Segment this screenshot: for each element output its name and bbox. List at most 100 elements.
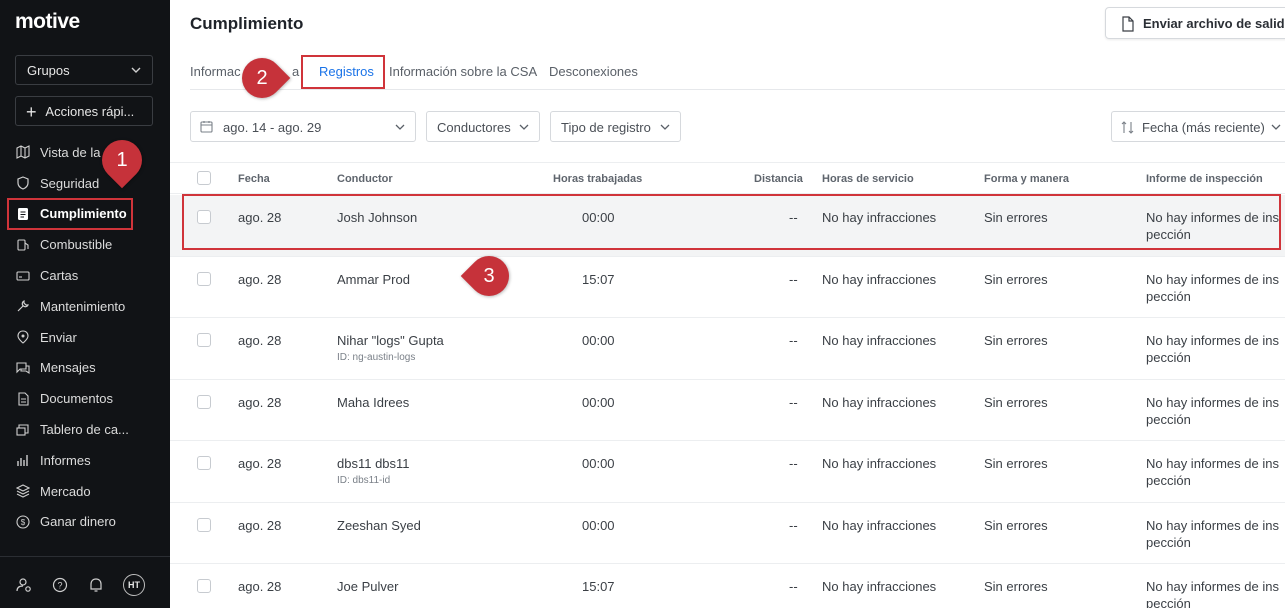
log-type-filter[interactable]: Tipo de registro (550, 111, 681, 142)
row-inspection: No hay informes de ins pección (1146, 394, 1279, 427)
table-row[interactable]: ago. 28 Joe Pulver 15:07 -- No hay infra… (170, 564, 1285, 608)
select-all-checkbox[interactable] (197, 171, 211, 185)
quick-actions-button[interactable]: + Acciones rápi... (15, 96, 153, 126)
row-date: ago. 28 (238, 517, 282, 533)
sidebar-item-label: Ganar dinero (40, 514, 116, 530)
row-checkbox[interactable] (197, 394, 211, 409)
sidebar-divider (0, 556, 170, 557)
row-distance: -- (789, 517, 798, 533)
row-date: ago. 28 (238, 456, 282, 471)
row-driver[interactable]: Joe Pulver (337, 579, 398, 594)
sidebar-item-marketplace[interactable]: Mercado (8, 476, 162, 507)
sidebar-item-label: Cartas (40, 268, 79, 284)
row-inspection: No hay informes de ins pección (1146, 456, 1279, 488)
groups-select[interactable]: Grupos (15, 55, 153, 85)
row-hours: 00:00 (582, 517, 615, 533)
row-hours: 15:07 (582, 579, 615, 594)
sidebar-item-fuel[interactable]: Combustible (8, 229, 162, 260)
svg-text:$: $ (21, 518, 26, 527)
row-driver-id: ID: dbs11-id (337, 475, 391, 486)
sidebar-item-label: Mercado (40, 483, 91, 499)
column-distance[interactable]: Distancia (754, 173, 803, 185)
date-range-filter[interactable]: ago. 14 - ago. 29 (190, 111, 416, 142)
sort-label: Fecha (más reciente) (1142, 120, 1265, 135)
sidebar-item-label: Combustible (40, 237, 113, 253)
sort-icon (1121, 121, 1134, 134)
sidebar-item-messages[interactable]: Mensajes (8, 353, 162, 384)
svg-text:?: ? (57, 581, 62, 591)
step-marker-1: 1 (93, 131, 151, 189)
column-hours-of-service[interactable]: Horas de servicio (822, 173, 914, 185)
sidebar-item-documents[interactable]: Documentos (8, 383, 162, 414)
column-date[interactable]: Fecha (238, 173, 270, 185)
drivers-filter[interactable]: Conductores (426, 111, 540, 142)
row-distance: -- (789, 271, 798, 287)
table-row[interactable]: ago. 28 Zeeshan Syed 00:00 -- No hay inf… (170, 503, 1285, 564)
tab-disconnections[interactable]: Desconexiones (549, 64, 638, 79)
row-driver[interactable]: Maha Idrees (337, 395, 409, 410)
tab-information-suffix[interactable]: a (292, 64, 299, 79)
row-hos: No hay infracciones (822, 579, 937, 594)
row-inspection: No hay informes de ins pección (1146, 333, 1279, 365)
row-checkbox[interactable] (197, 579, 211, 593)
row-form: Sin errores (984, 394, 1048, 410)
row-driver[interactable]: dbs11 dbs11 (337, 456, 410, 471)
row-hours: 15:07 (582, 271, 615, 287)
row-form: Sin errores (984, 271, 1048, 287)
sidebar-item-earn-money[interactable]: $ Ganar dinero (8, 507, 162, 538)
table-row[interactable]: ago. 28 Nihar "logs" Gupta ID: ng-austin… (170, 318, 1285, 380)
tab-information[interactable]: Informac (190, 64, 241, 79)
dispatch-icon (16, 330, 30, 344)
column-hours-worked[interactable]: Horas trabajadas (553, 173, 642, 185)
row-hours: 00:00 (582, 394, 615, 410)
table-header: Fecha Conductor Horas trabajadas Distanc… (170, 162, 1285, 194)
shield-icon (16, 176, 30, 190)
row-hos: No hay infracciones (822, 333, 937, 348)
sidebar-footer: ? HT (15, 574, 145, 596)
sidebar-item-maintenance[interactable]: Mantenimiento (8, 291, 162, 322)
sidebar-item-dispatch[interactable]: Enviar (8, 322, 162, 353)
row-checkbox[interactable] (197, 333, 211, 347)
row-distance: -- (789, 579, 798, 594)
row-form: Sin errores (984, 579, 1048, 594)
row-checkbox[interactable] (197, 271, 211, 286)
bell-icon[interactable] (87, 576, 105, 594)
sort-select[interactable]: Fecha (más reciente) (1111, 111, 1285, 142)
row-hours: 00:00 (582, 333, 615, 348)
sidebar-item-label: Enviar (40, 329, 77, 345)
sidebar-item-cards[interactable]: Cartas (8, 260, 162, 291)
help-icon[interactable]: ? (51, 576, 69, 594)
chevron-down-icon (660, 124, 670, 130)
row-driver[interactable]: Nihar "logs" Gupta (337, 333, 444, 348)
table-row[interactable]: ago. 28 Ammar Prod 15:07 -- No hay infra… (170, 257, 1285, 318)
board-icon (16, 423, 30, 437)
tab-csa-info[interactable]: Información sobre la CSA (389, 64, 537, 79)
fuel-icon (16, 238, 30, 252)
sidebar-item-label: Documentos (40, 391, 113, 407)
user-settings-icon[interactable] (15, 576, 33, 594)
avatar[interactable]: HT (123, 574, 145, 596)
sidebar-item-reports[interactable]: Informes (8, 445, 162, 476)
sidebar-item-board[interactable]: Tablero de ca... (8, 414, 162, 445)
plus-icon: + (26, 102, 37, 122)
row-driver[interactable]: Zeeshan Syed (337, 518, 421, 533)
row-checkbox[interactable] (197, 517, 211, 532)
highlight-box-row (182, 194, 1281, 250)
row-checkbox[interactable] (197, 456, 211, 470)
column-form-and-manner[interactable]: Forma y manera (984, 173, 1069, 185)
row-distance: -- (789, 394, 798, 410)
row-hos: No hay infracciones (822, 394, 937, 410)
row-form: Sin errores (984, 456, 1048, 471)
row-driver[interactable]: Ammar Prod (337, 272, 410, 287)
table-row[interactable]: ago. 28 Maha Idrees 00:00 -- No hay infr… (170, 380, 1285, 441)
export-file-button[interactable]: Enviar archivo de salida (1105, 7, 1285, 39)
chart-icon (16, 453, 30, 467)
sidebar-item-label: Vista de la (40, 144, 101, 160)
step-marker-2: 2 (233, 49, 291, 107)
column-driver[interactable]: Conductor (337, 173, 393, 185)
row-distance: -- (789, 456, 798, 471)
motive-logo[interactable]: motive (15, 10, 80, 34)
table-row[interactable]: ago. 28 dbs11 dbs11 ID: dbs11-id 00:00 -… (170, 441, 1285, 503)
column-inspection-report[interactable]: Informe de inspección (1146, 173, 1263, 185)
chevron-down-icon (1271, 124, 1281, 130)
